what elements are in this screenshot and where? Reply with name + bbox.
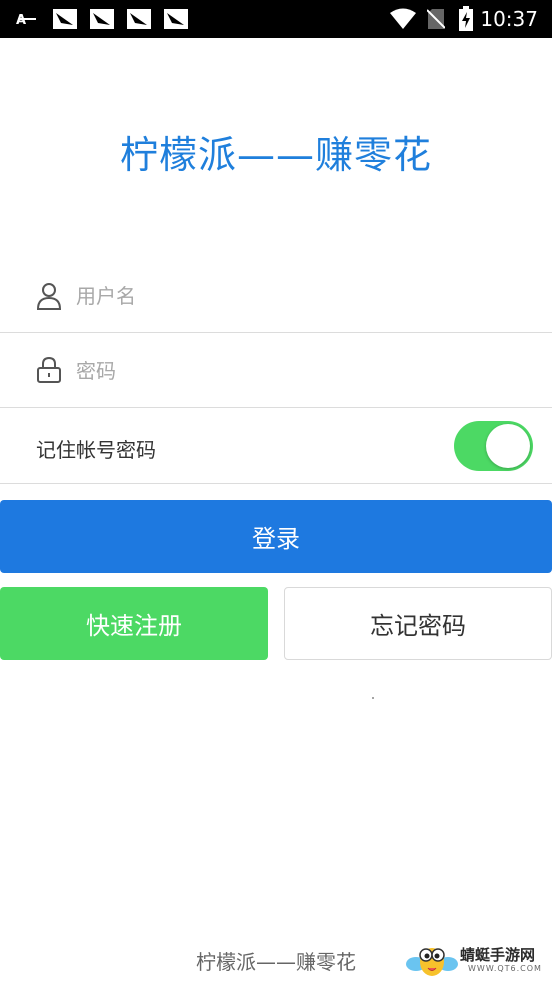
watermark-subtext: WWW.QT6.COM [468, 964, 542, 973]
dragonfly-logo-icon [406, 948, 458, 976]
password-row [0, 333, 552, 407]
register-button[interactable]: 快速注册 [0, 587, 268, 660]
username-row [0, 260, 552, 332]
app-notification-icon [164, 9, 188, 29]
app-title: 柠檬派——赚零花 [119, 133, 432, 177]
username-input[interactable] [76, 281, 532, 311]
status-bar: A 10:37 [0, 0, 552, 38]
remember-label: 记住帐号密码 [36, 438, 156, 462]
watermark-text: 蜻蜓手游网 [460, 946, 536, 964]
divider [0, 407, 552, 408]
lock-icon [37, 356, 61, 383]
app-notification-icon [90, 9, 114, 29]
forgot-password-button[interactable]: 忘记密码 [284, 587, 552, 660]
app-notification-icon [53, 9, 77, 29]
battery-charging-icon [459, 6, 473, 31]
dot [372, 697, 374, 699]
toggle-knob [486, 424, 530, 468]
footer-text: 柠檬派——赚零花 [196, 950, 356, 974]
login-button[interactable]: 登录 [0, 500, 552, 573]
watermark: 蜻蜓手游网 WWW.QT6.COM [406, 940, 552, 980]
user-icon [36, 283, 62, 310]
divider [0, 483, 552, 484]
status-time: 10:37 [480, 7, 538, 31]
remember-toggle[interactable] [454, 421, 533, 471]
app-notification-icon [127, 9, 151, 29]
no-sim-icon [427, 9, 445, 29]
font-icon: A [16, 13, 36, 26]
password-input[interactable] [76, 356, 532, 386]
wifi-icon [390, 8, 416, 29]
